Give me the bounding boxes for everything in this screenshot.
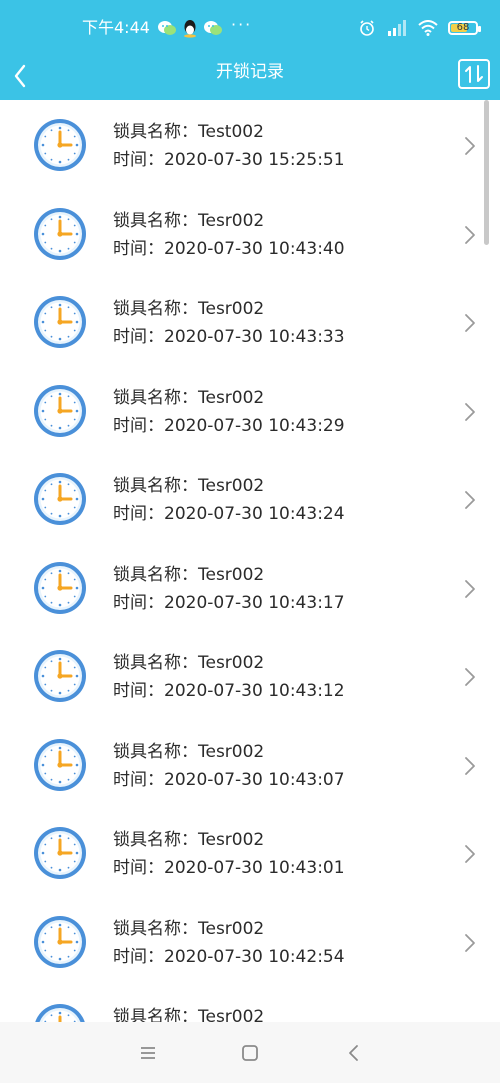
screen: 下午4:44 ··· 68 开锁记录 锁具名称：Test002 时间：2020-…	[0, 0, 500, 1083]
lock-name: 锁具名称：Tesr002	[113, 830, 265, 850]
unlock-time: 时间：2020-07-30 10:43:33	[113, 327, 345, 347]
record-row[interactable]: 锁具名称：Tesr002 时间：2020-07-30 10:42:54	[0, 897, 500, 986]
lock-name: 锁具名称：Tesr002	[113, 387, 265, 408]
record-row[interactable]: 锁具名称：Tesr002 时间：2020-07-30 10:43:12	[0, 631, 500, 720]
clock-icon	[34, 915, 86, 968]
chevron-right-icon	[465, 314, 475, 332]
lock-name: 锁具名称：Tesr002	[113, 741, 265, 762]
clock-icon	[34, 738, 86, 791]
wifi-icon	[418, 20, 438, 36]
unlock-time: 时间：2020-07-30 10:43:07	[113, 769, 345, 790]
unlock-time: 时间：2020-07-30 10:43:17	[113, 592, 345, 613]
lock-name: 锁具名称：Tesr002	[113, 1007, 265, 1022]
clock-icon	[35, 1004, 85, 1022]
lock-name: 锁具名称：Tesr002	[113, 918, 265, 939]
lock-name: 锁具名称：Tesr002	[113, 210, 265, 231]
system-nav-bar	[0, 1022, 500, 1083]
chevron-right-icon	[465, 491, 475, 509]
lock-name: 锁具名称：Tesr002	[113, 653, 265, 673]
alarm-icon	[360, 20, 374, 36]
chevron-right-icon	[465, 225, 475, 244]
record-row[interactable]: 锁具名称：Tesr002	[0, 985, 500, 1022]
signal-icon	[388, 20, 406, 36]
clock-icon	[34, 473, 86, 525]
chevron-right-icon	[465, 579, 475, 598]
unlock-time: 时间：2020-07-30 10:43:12	[113, 681, 345, 701]
record-row[interactable]: 锁具名称：Tesr002 时间：2020-07-30 10:43:24	[0, 454, 500, 543]
sort-arrows-icon[interactable]	[456, 56, 492, 92]
record-row[interactable]: 锁具名称：Tesr002 时间：2020-07-30 10:43:07	[0, 720, 500, 809]
unlock-time: 时间：2020-07-30 10:43:29	[113, 415, 345, 436]
wechat-icon	[204, 21, 222, 35]
record-row[interactable]: 锁具名称：Tesr002 时间：2020-07-30 10:43:40	[0, 189, 500, 278]
unlock-time: 时间：2020-07-30 10:43:01	[113, 858, 345, 878]
unlock-record-list: 锁具名称：Test002 时间：2020-07-30 15:25:51 锁具名称：T…	[0, 100, 500, 1022]
more-notifications: ···	[231, 15, 253, 34]
record-row[interactable]: 锁具名称：Tesr002 时间：2020-07-30 10:43:29	[0, 366, 500, 455]
triangle-back-icon[interactable]	[342, 1042, 366, 1064]
battery-icon: 68	[448, 21, 481, 35]
clock-icon	[34, 384, 86, 437]
record-row[interactable]: 锁具名称：Tesr002 时间：2020-07-30 10:43:01	[0, 808, 500, 897]
chevron-right-icon	[465, 668, 475, 686]
status-time: 下午4:44	[82, 18, 150, 37]
qq-icon	[184, 20, 196, 38]
record-row[interactable]: 锁具名称：Tesr002 时间：2020-07-30 10:43:33	[0, 277, 500, 366]
chevron-right-icon	[465, 402, 475, 421]
lock-name: 锁具名称：Tesr002	[113, 299, 265, 319]
scrollbar[interactable]	[484, 100, 489, 245]
clock-icon	[34, 119, 86, 171]
clock-icon	[34, 207, 86, 260]
status-right: 68	[358, 18, 481, 38]
unlock-time: 时间：2020-07-30 10:43:40	[113, 238, 345, 259]
unlock-time: 时间：2020-07-30 10:43:24	[113, 504, 345, 524]
unlock-time: 时间：2020-07-30 10:42:54	[113, 946, 345, 967]
lock-name: 锁具名称：Tesr002	[113, 564, 265, 585]
clock-icon	[34, 827, 86, 879]
status-bar: 下午4:44 ··· 68	[0, 0, 500, 52]
lock-name: 锁具名称：Tesr002	[113, 476, 265, 496]
chevron-right-icon	[465, 933, 475, 952]
record-row[interactable]: 锁具名称：Tesr002 时间：2020-07-30 10:43:17	[0, 543, 500, 632]
page-title: 开锁记录	[216, 62, 284, 82]
record-row[interactable]: 锁具名称：Test002 时间：2020-07-30 15:25:51	[0, 100, 500, 189]
lock-name: 锁具名称：Test002	[113, 122, 264, 142]
chevron-right-icon	[465, 845, 475, 863]
battery-label: 68	[456, 22, 470, 33]
square-home-icon[interactable]	[238, 1042, 262, 1064]
menu-lines-icon[interactable]	[136, 1042, 160, 1064]
nav-bar: 开锁记录	[0, 52, 500, 100]
chevron-right-icon	[465, 756, 475, 775]
wechat-icon	[158, 21, 176, 35]
chevron-right-icon	[465, 137, 475, 155]
clock-icon	[34, 561, 86, 614]
clock-icon	[34, 650, 86, 702]
unlock-time: 时间：2020-07-30 15:25:51	[113, 150, 345, 170]
clock-icon	[34, 296, 86, 348]
